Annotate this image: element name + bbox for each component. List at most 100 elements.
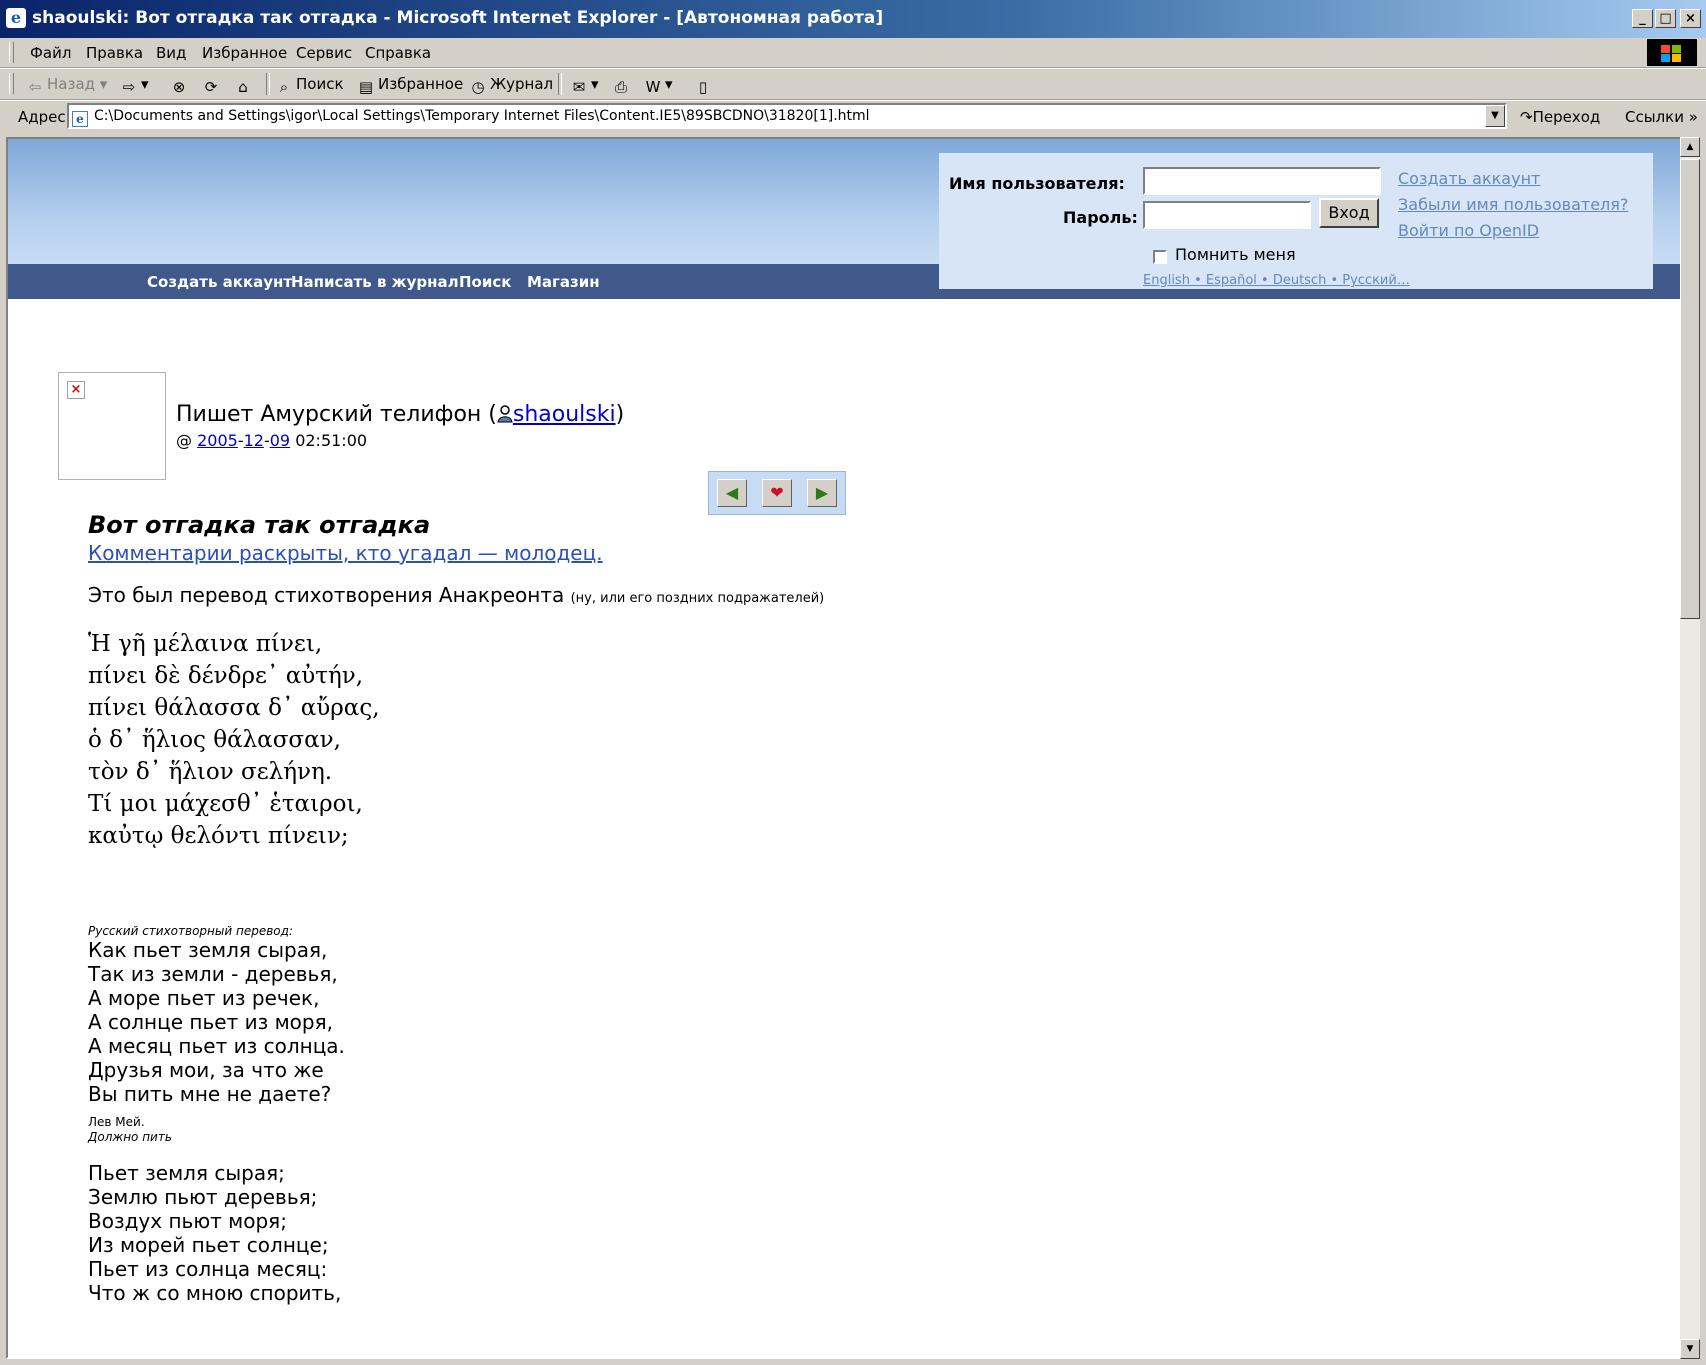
next-arrow-icon: ▶ bbox=[815, 483, 829, 502]
address-label: Адрес bbox=[18, 108, 66, 126]
poem-line: Пьет земля сырая; bbox=[88, 1161, 285, 1185]
poem-line: τὸν δ᾽ ἥλιον σελήνη. bbox=[88, 759, 333, 785]
day-link[interactable]: 09 bbox=[270, 431, 290, 450]
history-icon: ◷ bbox=[471, 78, 485, 96]
heart-icon: ❤ bbox=[770, 483, 784, 502]
window-title: shaoulski: Вот отгадка так отгадка - Mic… bbox=[32, 8, 884, 28]
entry-intro: Это был перевод стихотворения Анакреонта… bbox=[88, 583, 825, 607]
favorites-button[interactable]: ▤ Избранное bbox=[357, 74, 463, 95]
month-link[interactable]: 12 bbox=[244, 431, 264, 450]
search-icon: ⌕ bbox=[279, 78, 289, 96]
stop-button[interactable]: ⊗ bbox=[170, 74, 191, 95]
poem-line: А месяц пьет из солнца. bbox=[88, 1034, 345, 1058]
links-button[interactable]: Ссылки » bbox=[1625, 108, 1698, 126]
back-arrow-icon: ⇦ bbox=[28, 78, 42, 96]
page-viewport: Создать аккаунт Написать в журнал Поиск … bbox=[6, 137, 1686, 1359]
openid-login-link[interactable]: Войти по OpenID bbox=[1398, 221, 1539, 240]
home-button[interactable]: ⌂ bbox=[234, 74, 255, 95]
poem-line: πίνει δὲ δένδρε᾽ αὐτήν, bbox=[88, 663, 364, 689]
menu-view[interactable]: Вид bbox=[156, 42, 186, 64]
nav-search[interactable]: Поиск bbox=[459, 273, 511, 291]
menu-tools[interactable]: Сервис bbox=[296, 42, 352, 64]
create-account-link[interactable]: Создать аккаунт bbox=[1398, 169, 1540, 188]
poem-line: Что ж со мною спорить, bbox=[88, 1281, 342, 1305]
remember-me-checkbox[interactable] bbox=[1153, 250, 1167, 264]
address-input[interactable]: e C:\Documents and Settings\igor\Local Se… bbox=[67, 103, 1507, 129]
add-to-memories-button[interactable]: ❤ bbox=[762, 479, 792, 507]
entry-date: @ 2005-12-09 02:51:00 bbox=[176, 431, 368, 450]
forgot-username-link[interactable]: Забыли имя пользователя? bbox=[1398, 195, 1628, 214]
login-box: Имя пользователя: Пароль: Вход Помнить м… bbox=[939, 153, 1653, 289]
poem-line: πίνει θάλασσα δ᾽ αὔρας, bbox=[88, 695, 380, 721]
print-icon: ⎙ bbox=[614, 78, 627, 96]
username-input[interactable] bbox=[1143, 167, 1381, 195]
go-arrow-icon: ↷ bbox=[1520, 108, 1533, 126]
go-button[interactable]: ↷Переход bbox=[1520, 108, 1600, 126]
russian-translation-2: Пьет земля сырая; Землю пьют деревья; Во… bbox=[88, 1161, 341, 1305]
broken-image-icon: × bbox=[67, 381, 85, 399]
password-label: Пароль: bbox=[1063, 208, 1138, 227]
address-bar: Адрес e C:\Documents and Settings\igor\Lo… bbox=[0, 100, 1706, 133]
discuss-button[interactable]: ▯ bbox=[694, 74, 715, 95]
poem-line: Друзья мои, за что же bbox=[88, 1058, 324, 1082]
standard-toolbar: ⇦ Назад ▾ ⇨ ▾ ⊗ ⟳ ⌂ ⌕ Поиск ▤ Избранное ◷ Жур… bbox=[0, 68, 1706, 100]
poem-line: Τί μοι μάχεσθ᾽ ἑταιροι, bbox=[88, 791, 363, 817]
poem-line: Ἡ γῆ μέλαινα πίνει, bbox=[88, 631, 323, 657]
nav-post-entry[interactable]: Написать в журнал bbox=[291, 273, 459, 291]
refresh-icon: ⟳ bbox=[204, 78, 218, 96]
language-links[interactable]: English • Español • Deutsch • Русский… bbox=[1143, 273, 1410, 288]
mail-icon: ✉ bbox=[572, 78, 586, 96]
menu-help[interactable]: Справка bbox=[365, 42, 431, 64]
print-button[interactable]: ⎙ bbox=[612, 74, 633, 95]
entry-poster: Пишет Амурский телифон (shaoulski) bbox=[176, 402, 625, 427]
scroll-thumb[interactable] bbox=[1680, 159, 1700, 619]
entry-subject-link[interactable]: Комментарии раскрыты, кто угадал — молод… bbox=[88, 541, 603, 565]
userpic: × bbox=[58, 372, 166, 480]
edit-button[interactable]: W ▾ bbox=[644, 74, 673, 95]
menu-bar: Файл Правка Вид Избранное Сервис Справка bbox=[0, 38, 1706, 68]
year-link[interactable]: 2005 bbox=[197, 431, 238, 450]
page-icon: e bbox=[72, 111, 88, 127]
menu-favorites[interactable]: Избранное bbox=[202, 42, 287, 64]
poem-line: Вы пить мне не даете? bbox=[88, 1082, 332, 1106]
minimize-button[interactable]: _ bbox=[1632, 9, 1653, 28]
russian-translation-1: Как пьет земля сырая, Так из земли - дер… bbox=[88, 938, 345, 1106]
search-button[interactable]: ⌕ Поиск bbox=[275, 74, 344, 95]
scroll-up-button[interactable]: ▲ bbox=[1680, 137, 1700, 157]
address-dropdown-button[interactable]: ▼ bbox=[1485, 105, 1505, 127]
stop-icon: ⊗ bbox=[172, 78, 186, 96]
vertical-scrollbar[interactable]: ▲ ▼ bbox=[1680, 137, 1700, 1359]
favorites-icon: ▤ bbox=[358, 78, 374, 96]
poem-line: ὁ δ᾽ ἥλιος θάλασσαν, bbox=[88, 727, 341, 753]
toolbar-grip[interactable] bbox=[9, 73, 14, 94]
nav-shop[interactable]: Магазин bbox=[527, 273, 600, 291]
username-link[interactable]: shaoulski bbox=[513, 402, 616, 427]
entry-subject: Вот отгадка так отгадка bbox=[88, 511, 431, 539]
user-icon[interactable] bbox=[497, 405, 513, 423]
mail-button[interactable]: ✉ ▾ bbox=[570, 74, 599, 95]
toolbar-grip[interactable] bbox=[9, 42, 14, 63]
windows-logo-icon bbox=[1647, 39, 1697, 66]
menu-edit[interactable]: Правка bbox=[86, 42, 143, 64]
scroll-down-button[interactable]: ▼ bbox=[1680, 1339, 1700, 1359]
poem-line: Так из земли - деревья, bbox=[88, 962, 338, 986]
forward-arrow-icon: ⇨ bbox=[122, 78, 136, 96]
login-button[interactable]: Вход bbox=[1319, 198, 1379, 228]
next-entry-button[interactable]: ▶ bbox=[807, 479, 837, 507]
back-button[interactable]: ⇦ Назад ▾ bbox=[26, 74, 108, 96]
poem-line: А солнце пьет из моря, bbox=[88, 1010, 333, 1034]
refresh-button[interactable]: ⟳ bbox=[202, 74, 223, 95]
close-button[interactable]: × bbox=[1680, 9, 1701, 28]
forward-button[interactable]: ⇨ ▾ bbox=[120, 74, 149, 95]
maximize-button[interactable]: □ bbox=[1655, 9, 1676, 28]
history-button[interactable]: ◷ Журнал bbox=[469, 74, 553, 95]
previous-entry-button[interactable]: ◀ bbox=[717, 479, 747, 507]
menu-file[interactable]: Файл bbox=[30, 42, 71, 64]
translation-label: Русский стихотворный перевод: bbox=[88, 924, 293, 938]
window-title-bar: e shaoulski: Вот отгадка так отгадка - M… bbox=[0, 0, 1706, 38]
poem-line: Пьет из солнца месяц: bbox=[88, 1257, 328, 1281]
nav-create-account[interactable]: Создать аккаунт bbox=[147, 273, 292, 291]
poem-line: καὐτῳ θελόντι πίνειν; bbox=[88, 823, 349, 849]
poem-line: Землю пьют деревья; bbox=[88, 1185, 318, 1209]
password-input[interactable] bbox=[1143, 201, 1311, 229]
